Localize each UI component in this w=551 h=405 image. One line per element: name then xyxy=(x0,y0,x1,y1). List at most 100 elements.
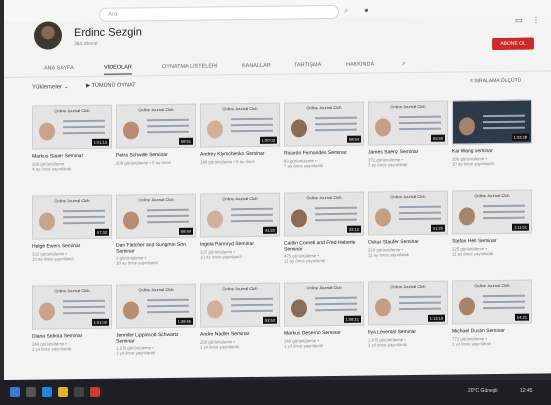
sort-by-label: SIRALAMA ÖLÇÜTÜ xyxy=(474,77,522,85)
mail-icon[interactable] xyxy=(74,387,84,397)
video-thumbnail[interactable]: Online Journal Club 58:51 xyxy=(116,103,196,149)
video-thumbnail[interactable]: 1:02:28 xyxy=(452,99,532,145)
video-thumbnail[interactable]: Online Journal Club 58:54 xyxy=(284,101,364,147)
video-title[interactable]: James Saenz Seminar xyxy=(368,149,450,156)
thumbnail-header: Online Journal Club xyxy=(306,194,342,201)
uploads-dropdown[interactable]: Yüklemeler ⌄ xyxy=(32,83,69,90)
apps-icon[interactable]: ⋮ xyxy=(532,15,540,24)
video-title[interactable]: Stefan Hell Seminar xyxy=(452,238,534,245)
edge-browser-icon[interactable] xyxy=(42,387,52,397)
thumbnail-text-line xyxy=(315,122,357,126)
video-age: 11 ay önce yayınlandı xyxy=(452,251,494,257)
video-age: 10 ay önce yayınlandı xyxy=(116,260,158,266)
video-thumbnail[interactable]: Online Journal Club 1:28:45 xyxy=(116,283,196,329)
video-card[interactable]: Online Journal Club 1:00:02 Andrey Klymche… xyxy=(200,102,280,165)
subscriber-count: 364 abone xyxy=(74,40,98,48)
video-card[interactable]: Online Journal Club 1:01:15 Markus Sauer S… xyxy=(32,104,112,172)
video-thumbnail[interactable]: Online Journal Club 58:49 xyxy=(116,193,196,239)
video-title[interactable]: Caitlin Cornell and Fred Heberle Seminar xyxy=(284,240,366,253)
video-thumbnail[interactable]: Online Journal Club 54:21 xyxy=(452,279,532,325)
video-card[interactable]: Online Journal Club 55:56 James Saenz Semi… xyxy=(368,100,448,168)
sort-by-button[interactable]: ≡ SIRALAMA ÖLÇÜTÜ xyxy=(470,78,521,85)
video-title[interactable]: Markus Deserno Seminar xyxy=(284,330,366,337)
video-title[interactable]: Jennifer Lippincott Schwartz Seminar xyxy=(116,332,198,345)
thumbnail-text-line xyxy=(399,115,441,119)
video-card[interactable]: Online Journal Club 58:54 Ricardo Fernande… xyxy=(284,101,364,169)
video-card[interactable]: Online Journal Club 22:12 Caitlin Cornell … xyxy=(284,191,364,264)
video-card[interactable]: Online Journal Club 57:32 Helge Ewers Semi… xyxy=(32,194,112,262)
thumbnail-text-line xyxy=(63,119,105,123)
video-thumbnail[interactable]: Online Journal Club 1:00:02 xyxy=(200,102,280,148)
video-card[interactable]: Online Journal Club 52:50 Andre Nadler Sem… xyxy=(200,282,280,350)
video-card[interactable]: Online Journal Club 41:20 Ingela Parmryd S… xyxy=(200,192,280,260)
tab-about[interactable]: HAKKINDA xyxy=(346,61,374,67)
video-thumbnail[interactable]: Online Journal Club 51:25 xyxy=(368,190,448,236)
tab-videos[interactable]: VİDEOLAR xyxy=(104,64,132,75)
video-thumbnail[interactable]: Online Journal Club 22:12 xyxy=(284,191,364,237)
thumbnail-text-line xyxy=(231,297,273,301)
search-taskbar-icon[interactable] xyxy=(26,387,36,397)
avatar[interactable] xyxy=(34,21,62,50)
video-title[interactable]: Ingela Parmryd Seminar xyxy=(200,241,282,248)
duration-badge: 58:54 xyxy=(346,135,361,143)
video-card[interactable]: 1:02:28 Kai Wang seminar 286 görüntüleme •… xyxy=(452,99,532,167)
thumbnail-header: Online Journal Club xyxy=(138,106,174,113)
video-card[interactable]: Online Journal Club 1:28:45 Jennifer Lippi… xyxy=(116,283,196,356)
file-explorer-icon[interactable] xyxy=(58,387,68,397)
video-title[interactable]: Ilya Levental Seminar xyxy=(368,329,450,336)
app-icon[interactable] xyxy=(90,387,100,397)
browser-screen: Ara ⌕ ● ▭ ⋮ Erdinc Sezgin 364 abone ABON… xyxy=(4,0,551,380)
weather-status[interactable]: 20°C Güneşli xyxy=(468,388,498,394)
thumbnail-header: Online Journal Club xyxy=(138,286,174,293)
video-card[interactable]: Online Journal Club 1:13:16 Ilya Levental … xyxy=(368,280,448,348)
video-thumbnail[interactable]: Online Journal Club 41:20 xyxy=(200,192,280,238)
create-video-icon[interactable]: ▭ xyxy=(515,16,523,25)
video-title[interactable]: Dan Fletcher and Sungmin Son Seminar xyxy=(116,242,198,255)
windows-start-icon[interactable] xyxy=(10,387,20,397)
video-title[interactable]: Kai Wang seminar xyxy=(452,148,534,154)
video-thumbnail[interactable]: Online Journal Club 1:01:15 xyxy=(32,104,112,150)
search-icon[interactable]: ⌕ xyxy=(344,6,354,16)
video-card[interactable]: Online Journal Club 1:11:51 Stefan Hell Se… xyxy=(452,189,532,257)
thumbnail-text-line xyxy=(483,306,525,310)
video-title[interactable]: Helge Ewers Seminar xyxy=(32,243,114,250)
thumbnail-text-line xyxy=(147,298,189,302)
video-card[interactable]: Online Journal Club 54:21 Michael Dustin S… xyxy=(452,279,532,347)
video-thumbnail[interactable]: Online Journal Club 1:11:51 xyxy=(452,189,532,235)
video-card[interactable]: Online Journal Club 1:01:02 Diana Sobota S… xyxy=(32,284,112,352)
video-card[interactable]: Online Journal Club 1:08:21 Markus Deserno… xyxy=(284,281,364,349)
video-title[interactable]: Michael Dustin Seminar xyxy=(452,328,534,335)
thumbnail-header: Online Journal Club xyxy=(306,284,342,291)
speaker-photo xyxy=(375,208,391,227)
video-title[interactable]: Andre Nadler Seminar xyxy=(200,331,282,338)
tab-playlists[interactable]: OYNATMA LİSTELERİ xyxy=(162,63,218,70)
video-title[interactable]: Oskar Staufer Seminar xyxy=(368,239,450,246)
thumbnail-header: Online Journal Club xyxy=(474,192,510,199)
video-title[interactable]: Diana Sobota Seminar xyxy=(32,333,114,340)
microphone-icon[interactable]: ● xyxy=(364,6,369,15)
search-input[interactable]: Ara xyxy=(99,4,339,22)
channel-search-icon[interactable]: ⌕ xyxy=(402,60,406,68)
thumbnail-text-line xyxy=(63,125,105,129)
tab-discussion[interactable]: TARTIŞMA xyxy=(294,62,321,68)
video-card[interactable]: Online Journal Club 51:25 Oskar Staufer Se… xyxy=(368,190,448,258)
speaker-photo xyxy=(207,300,223,319)
video-thumbnail[interactable]: Online Journal Club 57:32 xyxy=(32,194,112,240)
subscribe-button[interactable]: ABONE OL xyxy=(492,37,534,51)
video-title[interactable]: Markus Sauer Seminar xyxy=(32,153,114,160)
channel-name: Erdinc Sezgin xyxy=(74,26,142,40)
video-thumbnail[interactable]: Online Journal Club 52:50 xyxy=(200,282,280,328)
video-title[interactable]: Ricardo Fernandes Seminar xyxy=(284,150,366,157)
video-title[interactable]: Andrey Klymchenko Seminar xyxy=(200,151,282,158)
tab-home[interactable]: ANA SAYFA xyxy=(44,65,74,71)
video-card[interactable]: Online Journal Club 58:51 Petra Schwille S… xyxy=(116,103,196,166)
video-card[interactable]: Online Journal Club 58:49 Dan Fletcher and… xyxy=(116,193,196,266)
video-title[interactable]: Petra Schwille Seminar xyxy=(116,152,198,159)
video-thumbnail[interactable]: Online Journal Club 1:01:02 xyxy=(32,284,112,330)
video-thumbnail[interactable]: Online Journal Club 1:13:16 xyxy=(368,280,448,326)
tab-channels[interactable]: KANALLAR xyxy=(242,63,271,69)
play-all-button[interactable]: ▶ TÜMÜNÜ OYNAT xyxy=(86,82,136,89)
video-thumbnail[interactable]: Online Journal Club 1:08:21 xyxy=(284,281,364,327)
thumbnail-header xyxy=(453,103,531,104)
video-thumbnail[interactable]: Online Journal Club 55:56 xyxy=(368,100,448,146)
